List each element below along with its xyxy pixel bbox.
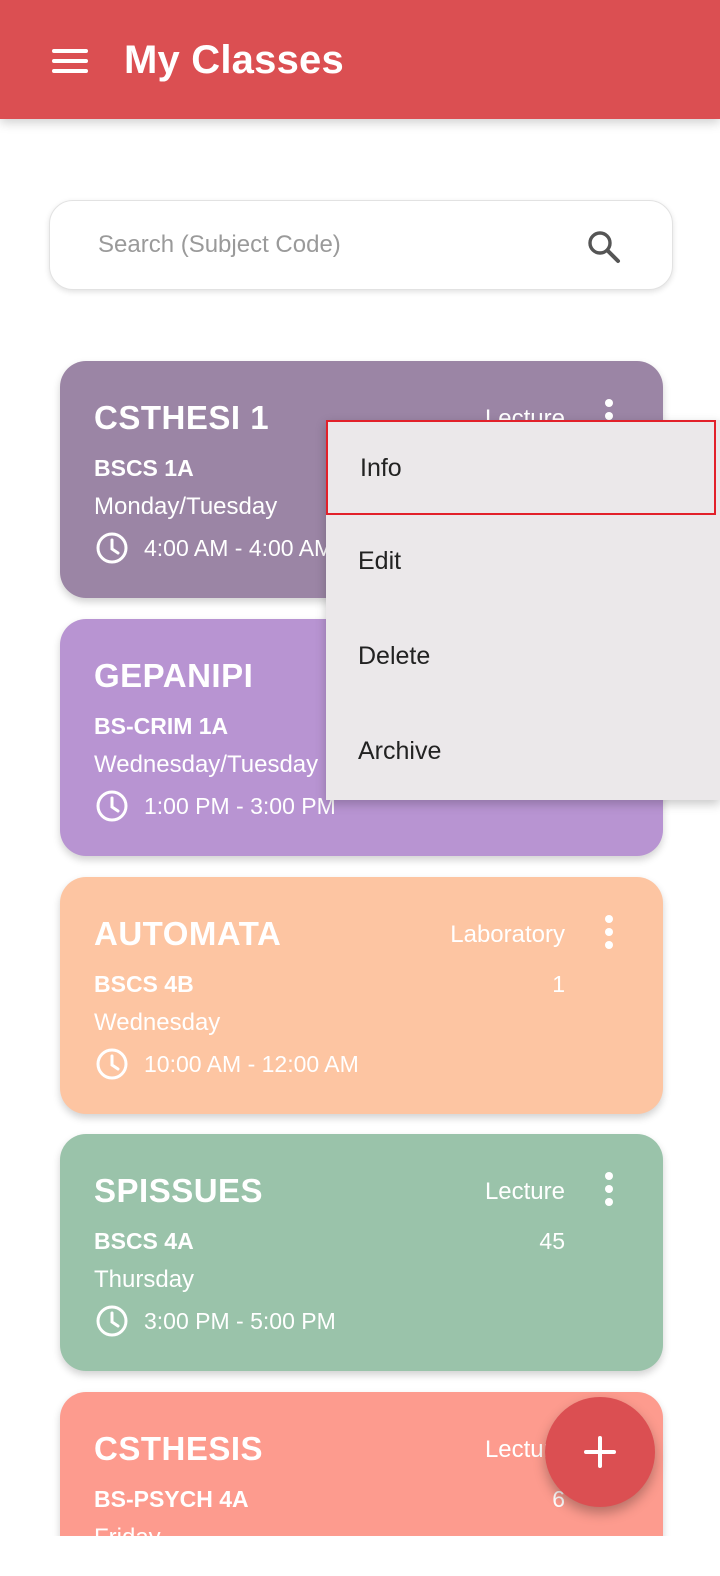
subject-code: SPISSUES [94, 1172, 264, 1209]
class-type: Laboratory [450, 921, 565, 948]
add-icon [584, 1436, 616, 1468]
add-class-button[interactable] [545, 1397, 655, 1507]
search-input[interactable] [98, 225, 568, 265]
class-section: BSCS 1A [94, 455, 194, 481]
class-time: 4:00 AM - 4:00 AM [144, 535, 334, 561]
subject-code: CSTHESI 1 [94, 399, 270, 436]
class-days: Thursday [94, 1266, 195, 1293]
clock-icon [96, 1305, 128, 1337]
menu-item-archive[interactable]: Archive [326, 705, 720, 800]
class-time: 1:00 PM - 3:00 PM [144, 793, 336, 819]
app-bar: My Classes [0, 0, 720, 119]
clock-icon [96, 1048, 128, 1080]
class-section: BSCS 4B [94, 971, 194, 997]
menu-item-label: Archive [358, 737, 442, 765]
menu-item-label: Edit [358, 547, 402, 575]
class-days: Wednesday/Tuesday [94, 751, 319, 778]
clock-icon [96, 532, 128, 564]
student-count: 1 [552, 971, 565, 997]
clock-icon [96, 790, 128, 822]
class-section: BS-CRIM 1A [94, 713, 229, 739]
menu-item-delete[interactable]: Delete [326, 610, 720, 705]
class-days: Monday/Tuesday [94, 493, 278, 520]
class-section: BSCS 4A [94, 1228, 194, 1254]
search-bar [49, 200, 673, 290]
class-time: 3:00 PM - 5:00 PM [144, 1308, 336, 1334]
subject-code: CSTHESIS [94, 1430, 264, 1467]
more-options-icon[interactable] [596, 913, 622, 953]
menu-item-label: Info [360, 454, 402, 482]
list-bottom-edge [0, 1536, 720, 1576]
page-title: My Classes [124, 38, 344, 82]
student-count: 45 [539, 1228, 565, 1254]
hamburger-menu-icon[interactable] [50, 46, 90, 76]
class-time: 10:00 AM - 12:00 AM [144, 1051, 359, 1077]
subject-code: AUTOMATA [94, 915, 282, 952]
menu-item-info[interactable]: Info [326, 420, 716, 515]
search-icon[interactable] [586, 229, 622, 265]
more-options-icon[interactable] [596, 1170, 622, 1210]
menu-item-edit[interactable]: Edit [326, 515, 720, 610]
class-card[interactable]: SPISSUES Lecture BSCS 4A 45 Thursday 3:0… [60, 1134, 663, 1371]
subject-code: GEPANIPI [94, 657, 254, 694]
context-menu: Info Edit Delete Archive [326, 420, 720, 800]
class-card[interactable]: AUTOMATA Laboratory BSCS 4B 1 Wednesday … [60, 877, 663, 1114]
class-days: Wednesday [94, 1009, 221, 1036]
class-section: BS-PSYCH 4A [94, 1486, 249, 1512]
class-type: Lecture [484, 1178, 565, 1205]
menu-item-label: Delete [358, 642, 431, 670]
